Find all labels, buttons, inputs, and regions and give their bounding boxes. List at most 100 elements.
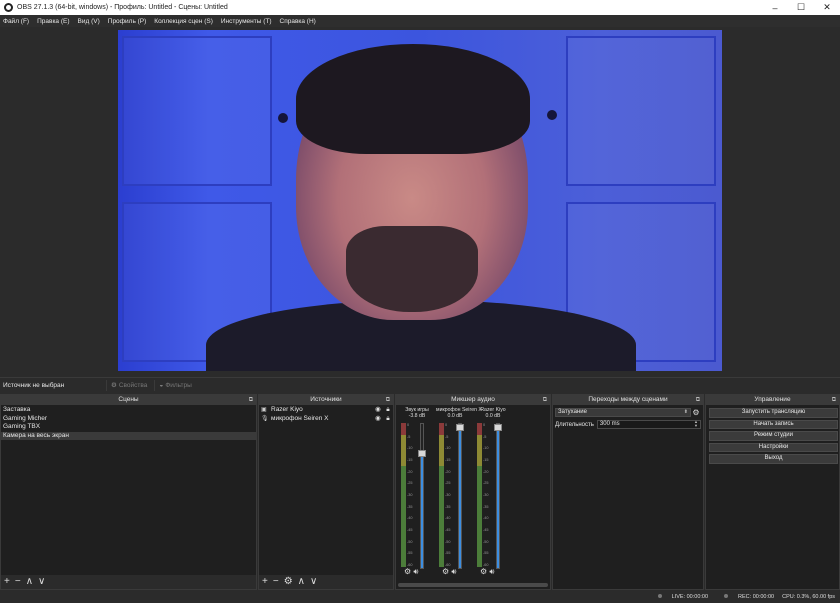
- undock-icon[interactable]: ⧉: [696, 395, 700, 405]
- mixer-channels: Звук игры -3.8 dB 0 -5 -10 -15 -20 -25 -30 -35 -40…: [398, 407, 548, 576]
- meter-tick-label: -45: [407, 528, 413, 532]
- mixer-scrollbar[interactable]: [398, 583, 548, 587]
- source-toolbar: Источник не выбран ⚙ Свойства ◒ Фильтры: [0, 377, 840, 392]
- filters-button[interactable]: ◒ Фильтры: [154, 379, 195, 391]
- scene-list: Заставка Gaming Micher Gaming TBX Камера…: [1, 405, 256, 440]
- minimize-button[interactable]: –: [762, 0, 788, 15]
- duration-spinbox[interactable]: 300 ms ▲ ▼: [596, 420, 701, 429]
- close-button[interactable]: ✕: [814, 0, 840, 15]
- source-name: Razer Kiyo: [271, 406, 303, 413]
- undock-icon[interactable]: ⧉: [386, 395, 390, 405]
- undock-icon[interactable]: ⧉: [832, 395, 836, 405]
- undock-icon[interactable]: ⧉: [543, 395, 547, 405]
- add-scene-button[interactable]: +: [4, 577, 10, 587]
- scene-item[interactable]: Gaming Micher: [1, 415, 256, 424]
- speaker-icon[interactable]: 🔊︎: [451, 567, 456, 576]
- meter-tick-label: -25: [407, 481, 413, 486]
- meter-tick-label: -30: [445, 493, 451, 497]
- speaker-icon[interactable]: 🔊︎: [413, 567, 418, 576]
- sources-title-text: Источники: [310, 396, 342, 403]
- menu-view[interactable]: Вид (V): [78, 18, 100, 25]
- cabinet-door: [566, 36, 716, 186]
- controls-title: Управление ⧉: [706, 395, 839, 405]
- meter-tick-label: -25: [445, 481, 451, 486]
- menu-scene-collection[interactable]: Коллекция сцен (S): [154, 18, 213, 25]
- properties-button[interactable]: ⚙ Свойства: [106, 379, 151, 391]
- gear-icon[interactable]: ⚙: [480, 567, 489, 576]
- move-source-down-button[interactable]: ∨: [310, 577, 317, 587]
- maximize-button[interactable]: ☐: [788, 0, 814, 15]
- meter-tick-label: -55: [483, 551, 489, 556]
- transition-select[interactable]: Затухание ⬍: [555, 408, 691, 417]
- scenes-footer: + − ∧ ∨: [1, 575, 256, 589]
- volume-fader[interactable]: [418, 423, 426, 569]
- fader-handle[interactable]: [418, 450, 426, 458]
- menu-help[interactable]: Справка (H): [280, 18, 316, 25]
- meter-tick-label: 0: [483, 423, 486, 427]
- meter-tick-label: -15: [445, 458, 451, 462]
- visibility-eye-icon[interactable]: ◉: [373, 415, 383, 424]
- studio-mode-button[interactable]: Режим студии: [709, 431, 838, 441]
- start-recording-button[interactable]: Начать запись: [709, 419, 838, 429]
- meter-tick-label: -10: [445, 446, 451, 451]
- filters-label: Фильтры: [165, 381, 192, 389]
- source-properties-button[interactable]: ⚙: [284, 577, 293, 587]
- meter-tick-label: -5: [483, 434, 487, 439]
- remove-source-button[interactable]: −: [273, 577, 279, 587]
- speaker-icon[interactable]: 🔊︎: [489, 567, 494, 576]
- menu-bar: Файл (F) Правка (E) Вид (V) Профиль (P) …: [0, 15, 840, 27]
- meter-tick-label: -40: [483, 516, 489, 521]
- camera-preview[interactable]: [118, 30, 722, 371]
- move-scene-up-button[interactable]: ∧: [26, 577, 33, 587]
- properties-label: Свойства: [118, 381, 148, 389]
- menu-file[interactable]: Файл (F): [3, 18, 29, 25]
- move-source-up-button[interactable]: ∧: [298, 577, 305, 587]
- move-scene-down-button[interactable]: ∨: [38, 577, 45, 587]
- volume-fader[interactable]: [494, 423, 502, 569]
- transitions-title-text: Переходы между сценами: [588, 396, 668, 403]
- start-streaming-button[interactable]: Запустить трансляцию: [709, 408, 838, 418]
- add-source-button[interactable]: +: [262, 577, 268, 587]
- settings-button[interactable]: Настройки: [709, 442, 838, 452]
- status-bar: LIVE: 00:00:00 REC: 00:00:00 CPU: 0.3%, …: [0, 590, 840, 603]
- menu-tools[interactable]: Инструменты (T): [221, 18, 272, 25]
- meter-zone-yellow: [439, 435, 444, 466]
- fader-handle[interactable]: [456, 424, 464, 431]
- volume-fader[interactable]: [456, 423, 464, 569]
- duration-row: Длительность 300 ms ▲ ▼: [555, 420, 701, 429]
- gear-icon[interactable]: ⚙: [404, 567, 413, 576]
- gear-icon[interactable]: ⚙: [442, 567, 451, 576]
- fader-handle[interactable]: [494, 424, 502, 431]
- scene-item[interactable]: Заставка: [1, 406, 256, 415]
- gear-icon[interactable]: ⚙: [691, 408, 701, 417]
- source-item[interactable]: 🎙︎ микрофон Seiren X ◉ 🔒︎: [259, 415, 393, 424]
- meter-zone-green: [439, 466, 444, 567]
- fader-fill: [421, 451, 423, 568]
- remove-scene-button[interactable]: −: [15, 577, 21, 587]
- menu-edit[interactable]: Правка (E): [37, 18, 69, 25]
- controls-title-text: Управление: [754, 396, 791, 403]
- undock-icon[interactable]: ⧉: [249, 395, 253, 405]
- meter-tick-label: -50: [407, 539, 413, 544]
- lock-icon[interactable]: 🔒︎: [383, 415, 393, 424]
- exit-button[interactable]: Выход: [709, 454, 838, 464]
- meter-tick-label: -5: [407, 434, 411, 439]
- meter-tick-label: -30: [407, 493, 413, 497]
- meter-tick-label: -30: [483, 493, 489, 497]
- transition-select-row: Затухание ⬍ ⚙: [555, 408, 701, 417]
- meter-tick-label: -45: [483, 528, 489, 532]
- scene-item-active[interactable]: Камера на весь экран: [1, 431, 256, 440]
- door-knob: [278, 113, 288, 123]
- microphone-icon: 🎙︎: [261, 415, 269, 422]
- sources-title: Источники ⧉: [259, 395, 393, 405]
- meter-tick-label: -50: [445, 539, 451, 544]
- visibility-eye-icon[interactable]: ◉: [373, 406, 383, 415]
- lock-icon[interactable]: 🔒︎: [383, 406, 393, 415]
- source-item[interactable]: ▣ Razer Kiyo ◉ 🔒︎: [259, 406, 393, 415]
- spin-arrows-icon[interactable]: ▲ ▼: [694, 420, 698, 428]
- menu-profile[interactable]: Профиль (P): [108, 18, 147, 25]
- scene-item[interactable]: Gaming TBX: [1, 423, 256, 432]
- scenes-dock: Сцены ⧉ Заставка Gaming Micher Gaming TB…: [0, 394, 257, 590]
- cabinet-door: [122, 36, 272, 186]
- source-list: ▣ Razer Kiyo ◉ 🔒︎ 🎙︎ микрофон Seiren X ◉…: [259, 405, 393, 423]
